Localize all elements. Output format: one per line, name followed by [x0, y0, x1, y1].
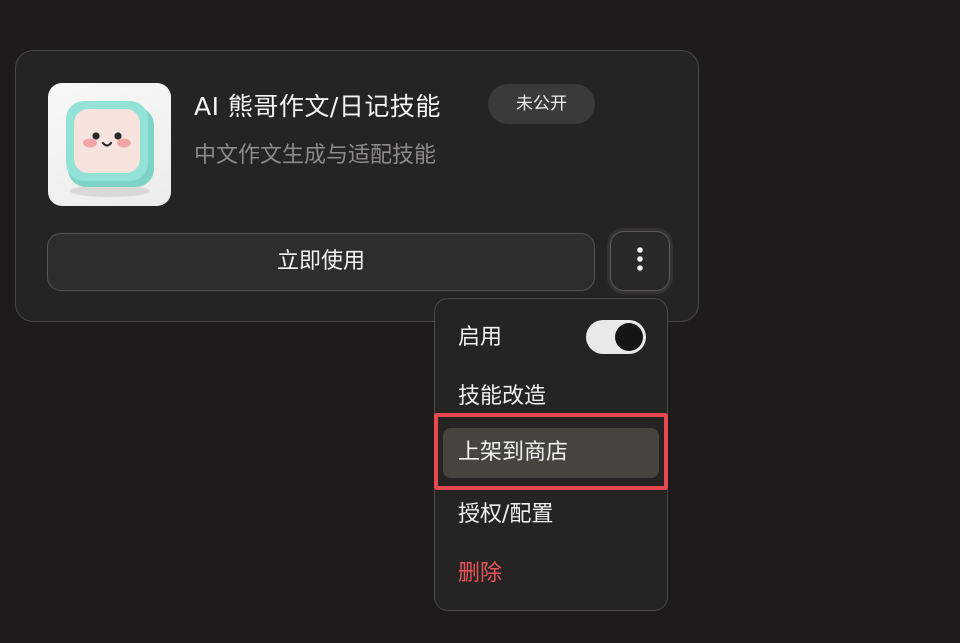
skill-card: AI 熊哥作文/日记技能 未公开 中文作文生成与适配技能 立即使用: [15, 50, 699, 322]
menu-item-publish-to-store[interactable]: 上架到商店: [443, 428, 659, 478]
menu-item-auth-config[interactable]: 授权/配置: [443, 490, 659, 540]
visibility-badge: 未公开: [488, 84, 595, 124]
menu-item-skill-remake[interactable]: 技能改造: [443, 372, 659, 422]
skill-avatar-image: [48, 83, 171, 206]
skill-description: 中文作文生成与适配技能: [194, 143, 437, 168]
use-now-button[interactable]: 立即使用: [47, 233, 595, 291]
more-vertical-icon: [636, 246, 644, 276]
menu-item-delete[interactable]: 删除: [443, 549, 659, 599]
toggle-knob: [615, 323, 643, 351]
enable-toggle[interactable]: [586, 320, 646, 354]
skill-title: AI 熊哥作文/日记技能: [194, 92, 441, 121]
more-options-button[interactable]: [610, 231, 670, 291]
